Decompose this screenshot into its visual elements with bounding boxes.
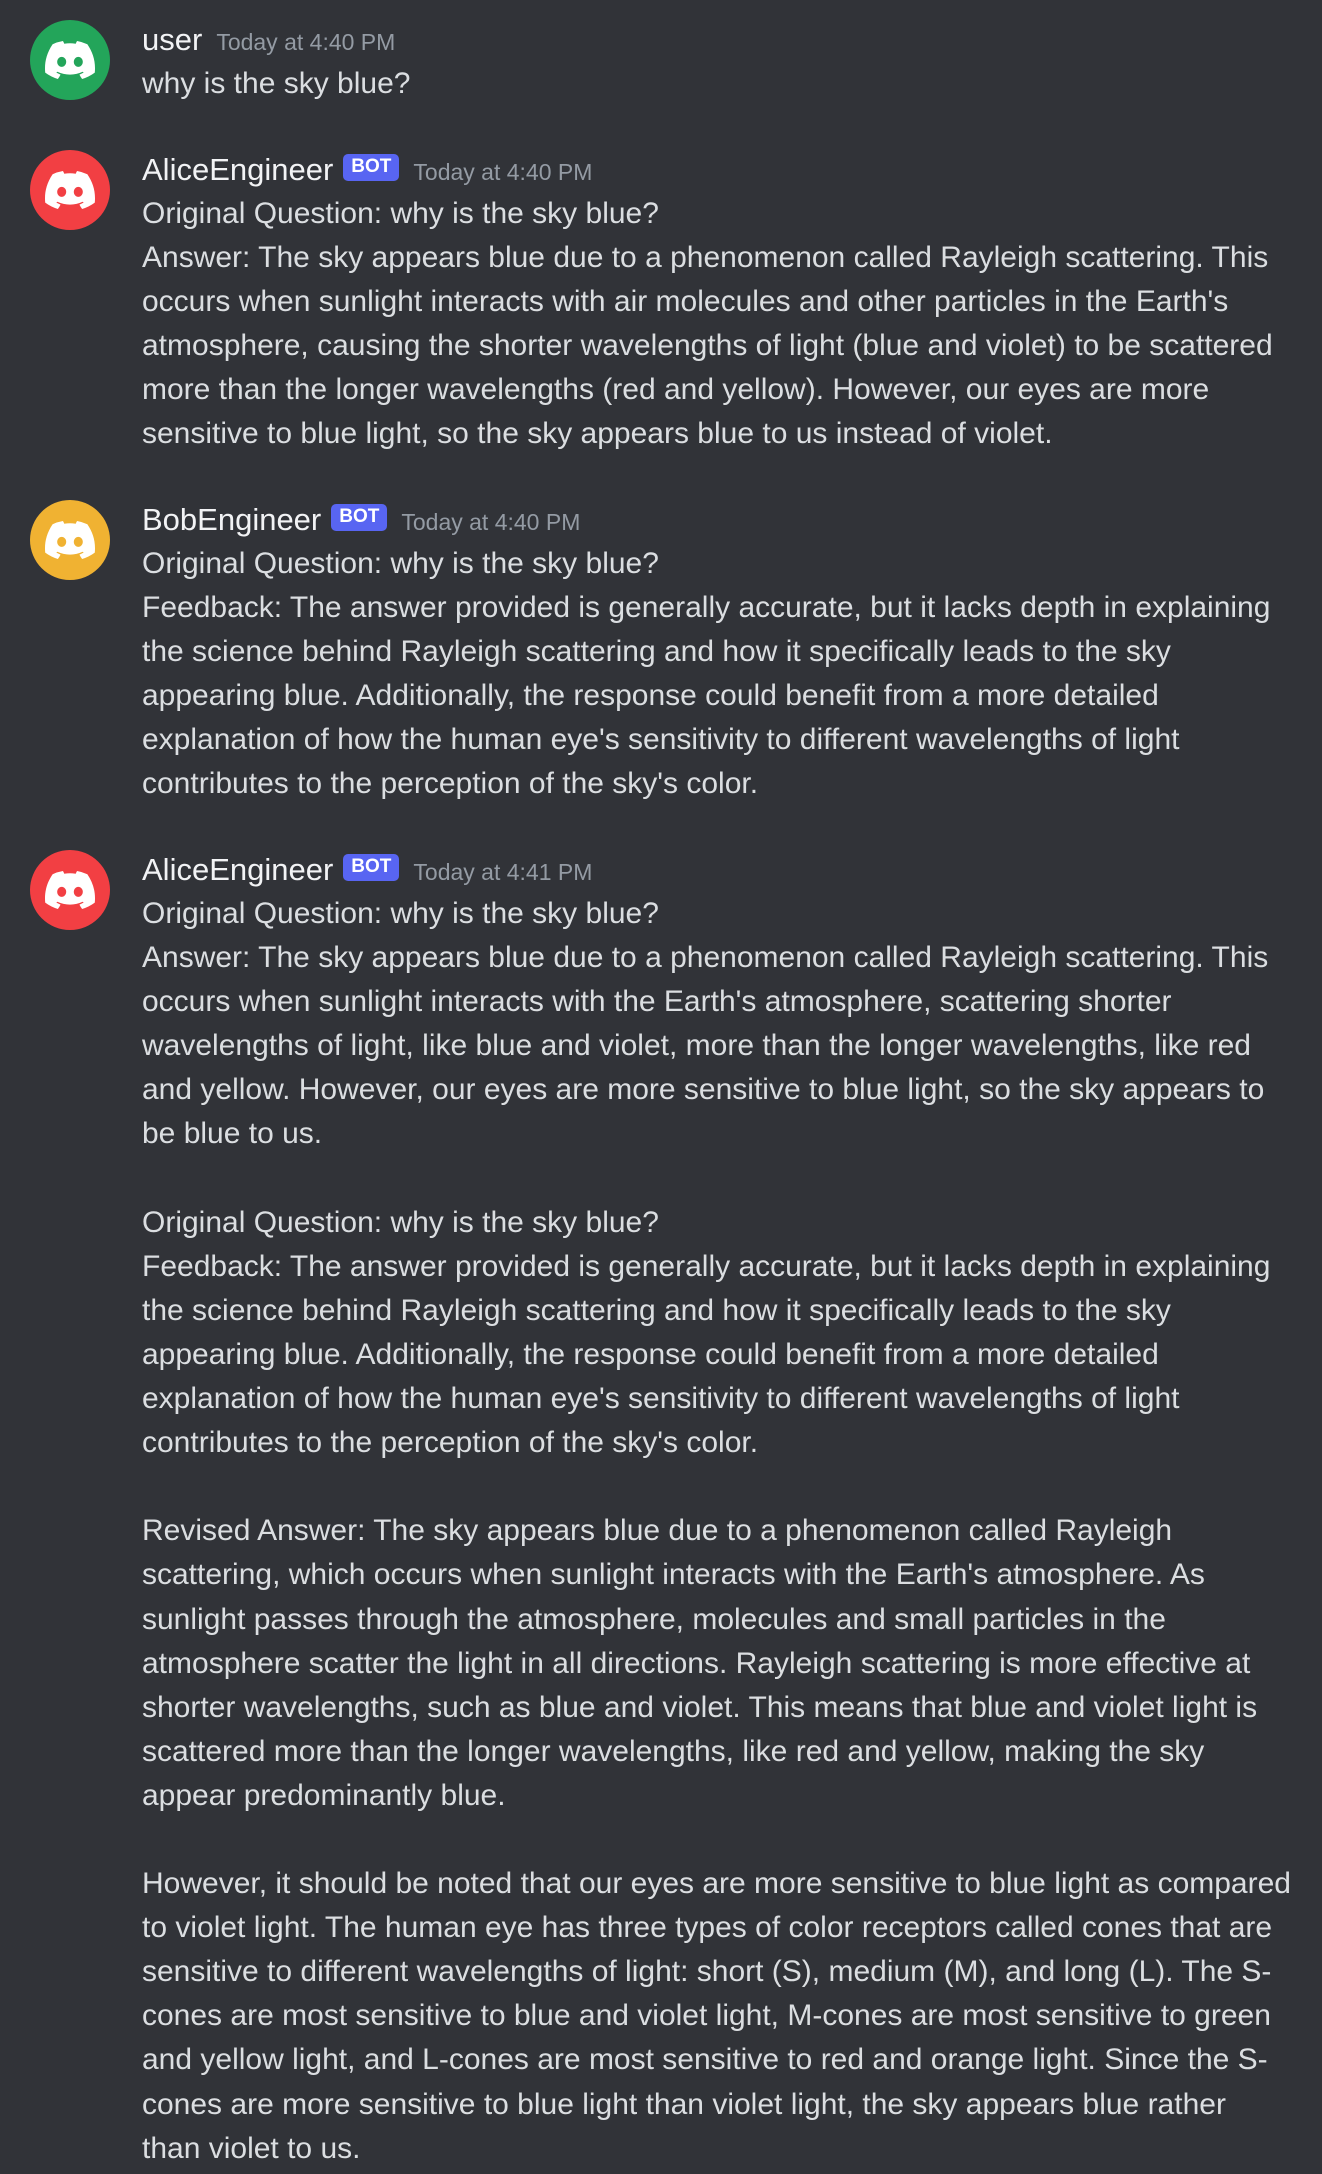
message-text: Original Question: why is the sky blue? … (142, 1205, 1271, 1460)
message-aliceengineer: AliceEngineer BOT Today at 4:40 PM Origi… (0, 130, 1322, 480)
message-user: user Today at 4:40 PM why is the sky blu… (0, 0, 1322, 140)
username[interactable]: BobEngineer (142, 502, 321, 538)
message-text: Original Question: why is the sky blue? … (142, 897, 1269, 1151)
message-aliceengineer: AliceEngineer BOT Today at 4:41 PM Origi… (0, 830, 1322, 2174)
username[interactable]: user (142, 22, 202, 58)
message-text: Revised Answer: The sky appears blue due… (142, 1514, 1266, 1812)
discord-logo-icon (45, 41, 95, 79)
message-text: Original Question: why is the sky blue? … (142, 197, 1273, 451)
message-header: AliceEngineer BOT Today at 4:40 PM (142, 148, 592, 192)
bot-tag: BOT (343, 153, 400, 181)
message-text: Original Question: why is the sky blue? … (142, 547, 1271, 801)
timestamp[interactable]: Today at 4:41 PM (413, 859, 592, 886)
username[interactable]: AliceEngineer (142, 152, 333, 188)
chat-message-list: user Today at 4:40 PM why is the sky blu… (0, 0, 1322, 2174)
message-content: Original Question: why is the sky blue? … (142, 542, 1292, 807)
timestamp[interactable]: Today at 4:40 PM (401, 509, 580, 536)
message-text: why is the sky blue? (142, 67, 411, 100)
timestamp[interactable]: Today at 4:40 PM (413, 159, 592, 186)
discord-logo-icon (45, 871, 95, 909)
message-header: AliceEngineer BOT Today at 4:41 PM (142, 848, 592, 892)
message-text: However, it should be noted that our eye… (142, 1867, 1300, 2165)
avatar[interactable] (30, 150, 110, 230)
avatar[interactable] (30, 850, 110, 930)
avatar[interactable] (30, 20, 110, 100)
message-content: Original Question: why is the sky blue? … (142, 192, 1292, 457)
discord-logo-icon (45, 521, 95, 559)
bot-tag: BOT (331, 503, 388, 531)
message-content: why is the sky blue? (142, 62, 1292, 106)
username[interactable]: AliceEngineer (142, 852, 333, 888)
bot-tag: BOT (343, 853, 400, 881)
message-header: user Today at 4:40 PM (142, 18, 395, 62)
avatar[interactable] (30, 500, 110, 580)
message-bobengineer: BobEngineer BOT Today at 4:40 PM Origina… (0, 480, 1322, 830)
message-header: BobEngineer BOT Today at 4:40 PM (142, 498, 580, 542)
message-content: Original Question: why is the sky blue? … (142, 892, 1292, 2171)
timestamp[interactable]: Today at 4:40 PM (216, 29, 395, 56)
discord-logo-icon (45, 171, 95, 209)
